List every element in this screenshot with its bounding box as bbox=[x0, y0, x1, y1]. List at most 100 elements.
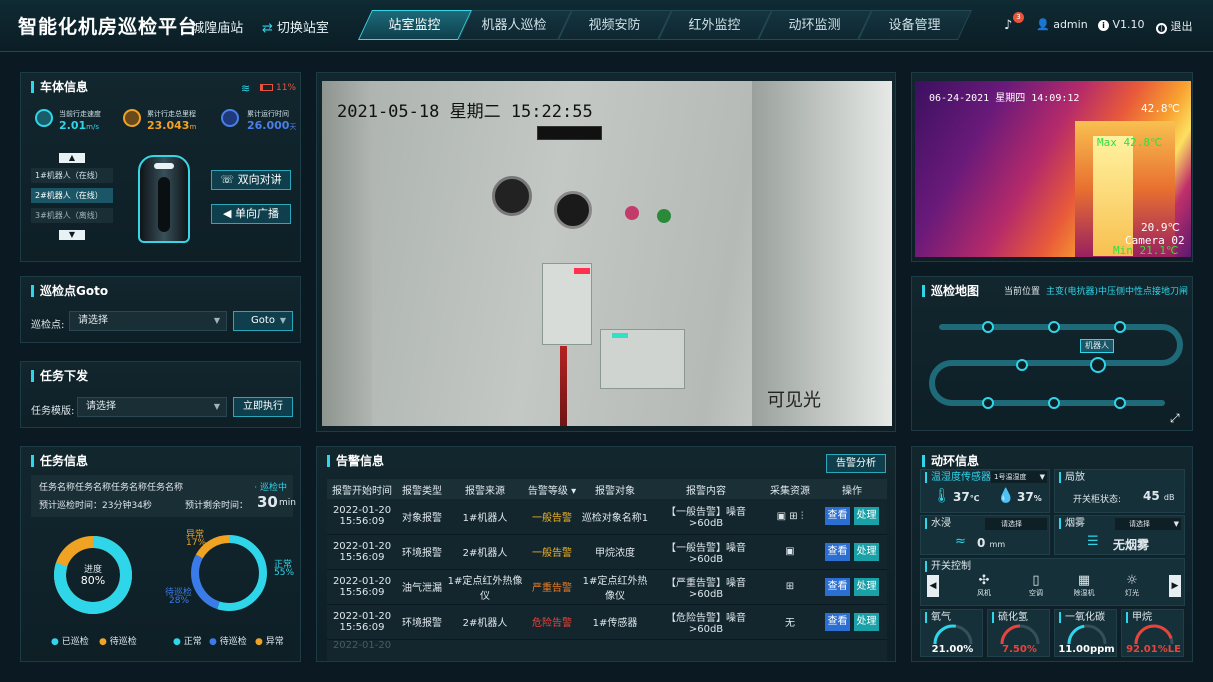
chevron-down-icon: ▼ bbox=[279, 316, 286, 325]
view-button[interactable]: 查看 bbox=[825, 542, 850, 561]
patrol-route-map[interactable] bbox=[922, 313, 1184, 417]
handle-button[interactable]: 处理 bbox=[854, 542, 879, 561]
sensor-select[interactable]: 1号温湿度 ▼ bbox=[991, 471, 1047, 483]
video-caption: 可见光 bbox=[767, 390, 821, 411]
video-icon[interactable]: ⊞ bbox=[789, 511, 797, 522]
alarm-actions: 查看 处理 bbox=[817, 534, 887, 570]
switch-next-button[interactable]: ▶ bbox=[1169, 575, 1181, 597]
two-way-talk-button[interactable]: ☏ 双向对讲 bbox=[211, 170, 291, 190]
robot-list-down-button[interactable]: ▼ bbox=[59, 230, 85, 240]
alarm-column-header: 报警开始时间 bbox=[327, 479, 397, 499]
station-name: · 城隍庙站 bbox=[183, 21, 244, 36]
switchgear-status-label: 开关柜状态: bbox=[1073, 495, 1122, 505]
nav-tab-robot-patrol[interactable]: 机器人巡检 bbox=[458, 10, 572, 40]
chevron-down-icon: ▼ bbox=[213, 402, 220, 411]
video-panel: 2021-05-18 星期二 15:22:55 可见光 bbox=[316, 72, 896, 432]
sort-caret-icon[interactable]: ▾ bbox=[568, 486, 576, 497]
legend-abnormal: ● 异常 bbox=[255, 637, 284, 647]
alarm-resources: 无 bbox=[763, 604, 817, 640]
view-button[interactable]: 查看 bbox=[825, 612, 850, 631]
nav-tab-station-monitor[interactable]: 站室监控 bbox=[358, 10, 472, 40]
smoke-select[interactable]: 请选择 ▼ bbox=[1115, 518, 1181, 530]
humidity-icon: 💧 bbox=[997, 488, 1015, 504]
broadcast-button[interactable]: ◀ 单向广播 bbox=[211, 204, 291, 224]
power-icon: | bbox=[1156, 23, 1167, 34]
video-icon[interactable]: ⊞ bbox=[786, 581, 794, 592]
battery-level: 11% bbox=[276, 83, 297, 93]
handle-button[interactable]: 处理 bbox=[854, 612, 879, 631]
goto-panel: 巡检点Goto 巡检点: 请选择 ▼ Goto ▼ bbox=[20, 276, 301, 343]
switch-light[interactable]: ☼ 灯光 bbox=[1117, 573, 1147, 598]
nav-tab-video-security[interactable]: 视频安防 bbox=[558, 10, 672, 40]
handle-button[interactable]: 处理 bbox=[854, 577, 879, 596]
alarm-analysis-button[interactable]: 告警分析 bbox=[826, 454, 886, 473]
logout-button[interactable]: | 退出 bbox=[1156, 18, 1193, 34]
app-title: 智能化机房巡检平台 bbox=[18, 16, 199, 38]
switch-station-button[interactable]: ⇄ 切换站室 bbox=[262, 17, 329, 36]
partial-discharge-card: 局放 开关柜状态: 45 dB bbox=[1054, 469, 1185, 513]
gas-gauge-value: 92.01%LE bbox=[1126, 644, 1181, 655]
alarm-actions: 查看 处理 bbox=[817, 499, 887, 535]
alarm-row: 2022-01-20 15:56:09 对象报警 1#机器人 一般告警 巡检对象名称1 【一… bbox=[327, 499, 887, 535]
switch-dehumidifier[interactable]: ▦ 除湿机 bbox=[1069, 573, 1099, 598]
user-icon: 👤 bbox=[1036, 18, 1050, 31]
task-template-select[interactable]: 请选择 ▼ bbox=[77, 397, 227, 417]
nav-tab-label: 站室监控 bbox=[388, 18, 441, 33]
robot-list-item-selected[interactable]: 2#机器人（在线） bbox=[31, 188, 113, 203]
legend-pending: ● 待巡检 bbox=[99, 637, 137, 647]
remaining-value: 30 bbox=[257, 493, 278, 511]
pending-value: 28% bbox=[169, 596, 190, 606]
visible-light-video[interactable]: 2021-05-18 星期二 15:22:55 可见光 bbox=[322, 81, 892, 426]
environment-panel: 动环信息 温湿度传感器 1号温湿度 ▼ 🌡 37℃ 💧 37% 局放 开关柜状态:… bbox=[911, 446, 1193, 662]
view-button[interactable]: 查看 bbox=[825, 577, 850, 596]
water-leak-select[interactable]: 请选择 bbox=[985, 518, 1047, 530]
audio-icon[interactable]: ⫶ bbox=[801, 511, 804, 522]
thermal-max-label: Max 42.8℃ bbox=[1097, 136, 1163, 149]
switch-fan[interactable]: ✣ 风机 bbox=[969, 573, 999, 598]
alarm-type: 环境报警 bbox=[397, 604, 447, 640]
nav-tab-infrared[interactable]: 红外监控 bbox=[658, 10, 772, 40]
abnormal-value: 17% bbox=[186, 538, 207, 548]
fullscreen-icon[interactable]: ⤢ bbox=[1170, 411, 1180, 426]
gas-gauge-value: 7.50% bbox=[1002, 644, 1037, 655]
gas-gauge-card: 甲烷 92.01%LE bbox=[1121, 609, 1184, 657]
alarm-panel: 告警信息 告警分析 报警开始时间 报警类型 报警来源 告警等级 ▾ 报警对象 报警内容 采集… bbox=[316, 446, 896, 662]
runtime-value: 26.000天 bbox=[247, 119, 297, 132]
nav-tab-device-management[interactable]: 设备管理 bbox=[858, 10, 972, 40]
image-icon[interactable]: ▣ bbox=[777, 511, 786, 522]
thermal-image[interactable]: 06-24-2021 星期四 14:09:12 42.8℃ Max 42.8℃ … bbox=[915, 81, 1191, 257]
robot-list-item[interactable]: 1#机器人（在线） bbox=[31, 168, 113, 183]
view-button[interactable]: 查看 bbox=[825, 507, 850, 526]
alarm-table: 报警开始时间 报警类型 报警来源 告警等级 ▾ 报警对象 报警内容 采集资源 操作 2022-… bbox=[327, 479, 887, 661]
bell-icon[interactable]: ♪ bbox=[1004, 18, 1012, 33]
task-template-label: 任务模版: bbox=[31, 406, 75, 417]
alarm-source: 1#定点红外热像仪 bbox=[447, 569, 523, 605]
robot-map-marker[interactable]: 机器人 bbox=[1080, 339, 1114, 353]
goto-button[interactable]: Goto ▼ bbox=[233, 311, 293, 331]
vehicle-info-title: 车体信息 bbox=[31, 81, 88, 93]
patrol-point-select[interactable]: 请选择 ▼ bbox=[69, 311, 227, 331]
task-summary-box: 任务名称任务名称任务名称任务名称 · 巡检中 预计巡检时间：23分钟34秒 预计… bbox=[31, 475, 296, 517]
image-icon[interactable]: ▣ bbox=[785, 546, 794, 557]
chevron-down-icon: ▼ bbox=[1173, 520, 1179, 528]
robot-list-item[interactable]: 3#机器人（离线） bbox=[31, 208, 113, 223]
alarm-actions: 查看 处理 bbox=[817, 569, 887, 605]
alarm-resources: ⊞ bbox=[763, 569, 817, 605]
user-menu[interactable]: 👤 admin bbox=[1036, 18, 1088, 31]
nav-tab-environment[interactable]: 动环监测 bbox=[758, 10, 872, 40]
execute-now-button[interactable]: 立即执行 bbox=[233, 397, 293, 417]
switch-prev-button[interactable]: ◀ bbox=[927, 575, 939, 597]
alarm-column-header[interactable]: 告警等级 ▾ bbox=[523, 479, 581, 499]
nav-tab-label: 机器人巡检 bbox=[482, 18, 548, 33]
robot-list-up-button[interactable]: ▲ bbox=[59, 153, 85, 163]
speed-value: 2.01m/s bbox=[59, 119, 99, 132]
handle-button[interactable]: 处理 bbox=[854, 507, 879, 526]
alarm-time: 2022-01-20 15:56:09 bbox=[327, 534, 397, 570]
switch-ac[interactable]: ▯ 空调 bbox=[1021, 573, 1051, 598]
distance-value: 23.043m bbox=[147, 119, 197, 132]
gas-gauge-card: 氧气 21.00% bbox=[920, 609, 983, 657]
switch-control-card: 开关控制 ◀ ✣ 风机 ▯ 空调 ▦ 除湿机 ☼ 灯光 ▶ bbox=[920, 558, 1185, 606]
alarm-resources: ▣ bbox=[763, 534, 817, 570]
task-dispatch-panel: 任务下发 任务模版: 请选择 ▼ 立即执行 bbox=[20, 361, 301, 428]
task-dispatch-title: 任务下发 bbox=[31, 370, 88, 382]
